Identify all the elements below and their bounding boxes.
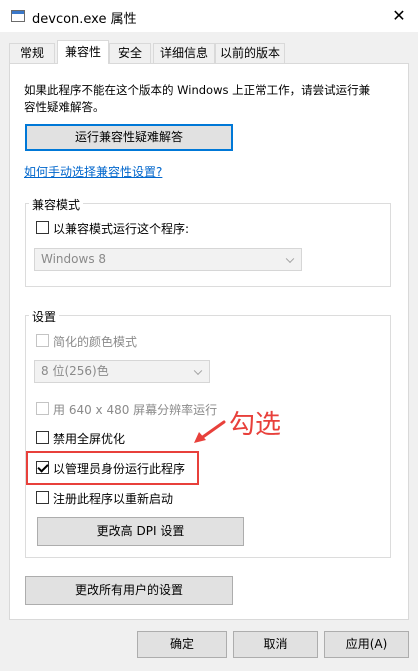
window-title: devcon.exe 属性 [32, 12, 137, 27]
tab-compatibility[interactable]: 兼容性 [57, 40, 109, 64]
reduced-color-label: 简化的颜色模式 [53, 335, 138, 349]
tab-previous-versions[interactable]: 以前的版本 [215, 43, 285, 63]
compat-os-select-value: Windows 8 [41, 252, 107, 266]
change-dpi-button[interactable]: 更改高 DPI 设置 [37, 517, 244, 546]
annotation-text: 勾选 [229, 410, 282, 440]
reduced-color-checkbox[interactable] [36, 334, 49, 347]
register-restart-label: 注册此程序以重新启动 [53, 492, 174, 506]
tab-general[interactable]: 常规 [9, 43, 55, 63]
disable-fullscreen-checkbox[interactable] [36, 431, 49, 444]
intro-text-line1: 如果此程序不能在这个版本的 Windows 上正常工作，请尝试运行兼 [24, 83, 371, 97]
tab-security[interactable]: 安全 [109, 43, 151, 63]
res-640-checkbox[interactable] [36, 402, 49, 415]
annotation-highlight-box [26, 451, 199, 485]
app-icon [11, 10, 25, 22]
color-mode-select-value: 8 位(256)色 [41, 364, 109, 378]
cancel-button[interactable]: 取消 [233, 631, 318, 658]
tab-details[interactable]: 详细信息 [153, 43, 215, 63]
manual-compat-link[interactable]: 如何手动选择兼容性设置? [24, 163, 162, 180]
apply-button[interactable]: 应用(A) [324, 631, 409, 658]
compat-mode-checkbox-label: 以兼容模式运行这个程序: [53, 222, 190, 236]
compat-mode-group [25, 203, 391, 287]
compat-mode-checkbox[interactable] [36, 221, 49, 234]
close-icon[interactable]: ✕ [389, 6, 409, 26]
ok-button[interactable]: 确定 [137, 631, 227, 658]
intro-text-line2: 容性疑难解答。 [24, 100, 105, 114]
annotation-arrow-icon [194, 420, 226, 443]
run-troubleshooter-button[interactable]: 运行兼容性疑难解答 [25, 124, 233, 151]
change-all-users-button[interactable]: 更改所有用户的设置 [25, 576, 233, 605]
disable-fullscreen-label: 禁用全屏优化 [53, 432, 126, 446]
compat-os-select[interactable]: Windows 8 [34, 248, 302, 271]
res-640-label: 用 640 x 480 屏幕分辨率运行 [53, 403, 218, 417]
register-restart-checkbox[interactable] [36, 491, 49, 504]
settings-label: 设置 [29, 308, 60, 325]
chevron-down-icon [193, 366, 203, 375]
color-mode-select[interactable]: 8 位(256)色 [34, 360, 210, 383]
compat-mode-label: 兼容模式 [29, 196, 84, 213]
chevron-down-icon [285, 254, 295, 263]
